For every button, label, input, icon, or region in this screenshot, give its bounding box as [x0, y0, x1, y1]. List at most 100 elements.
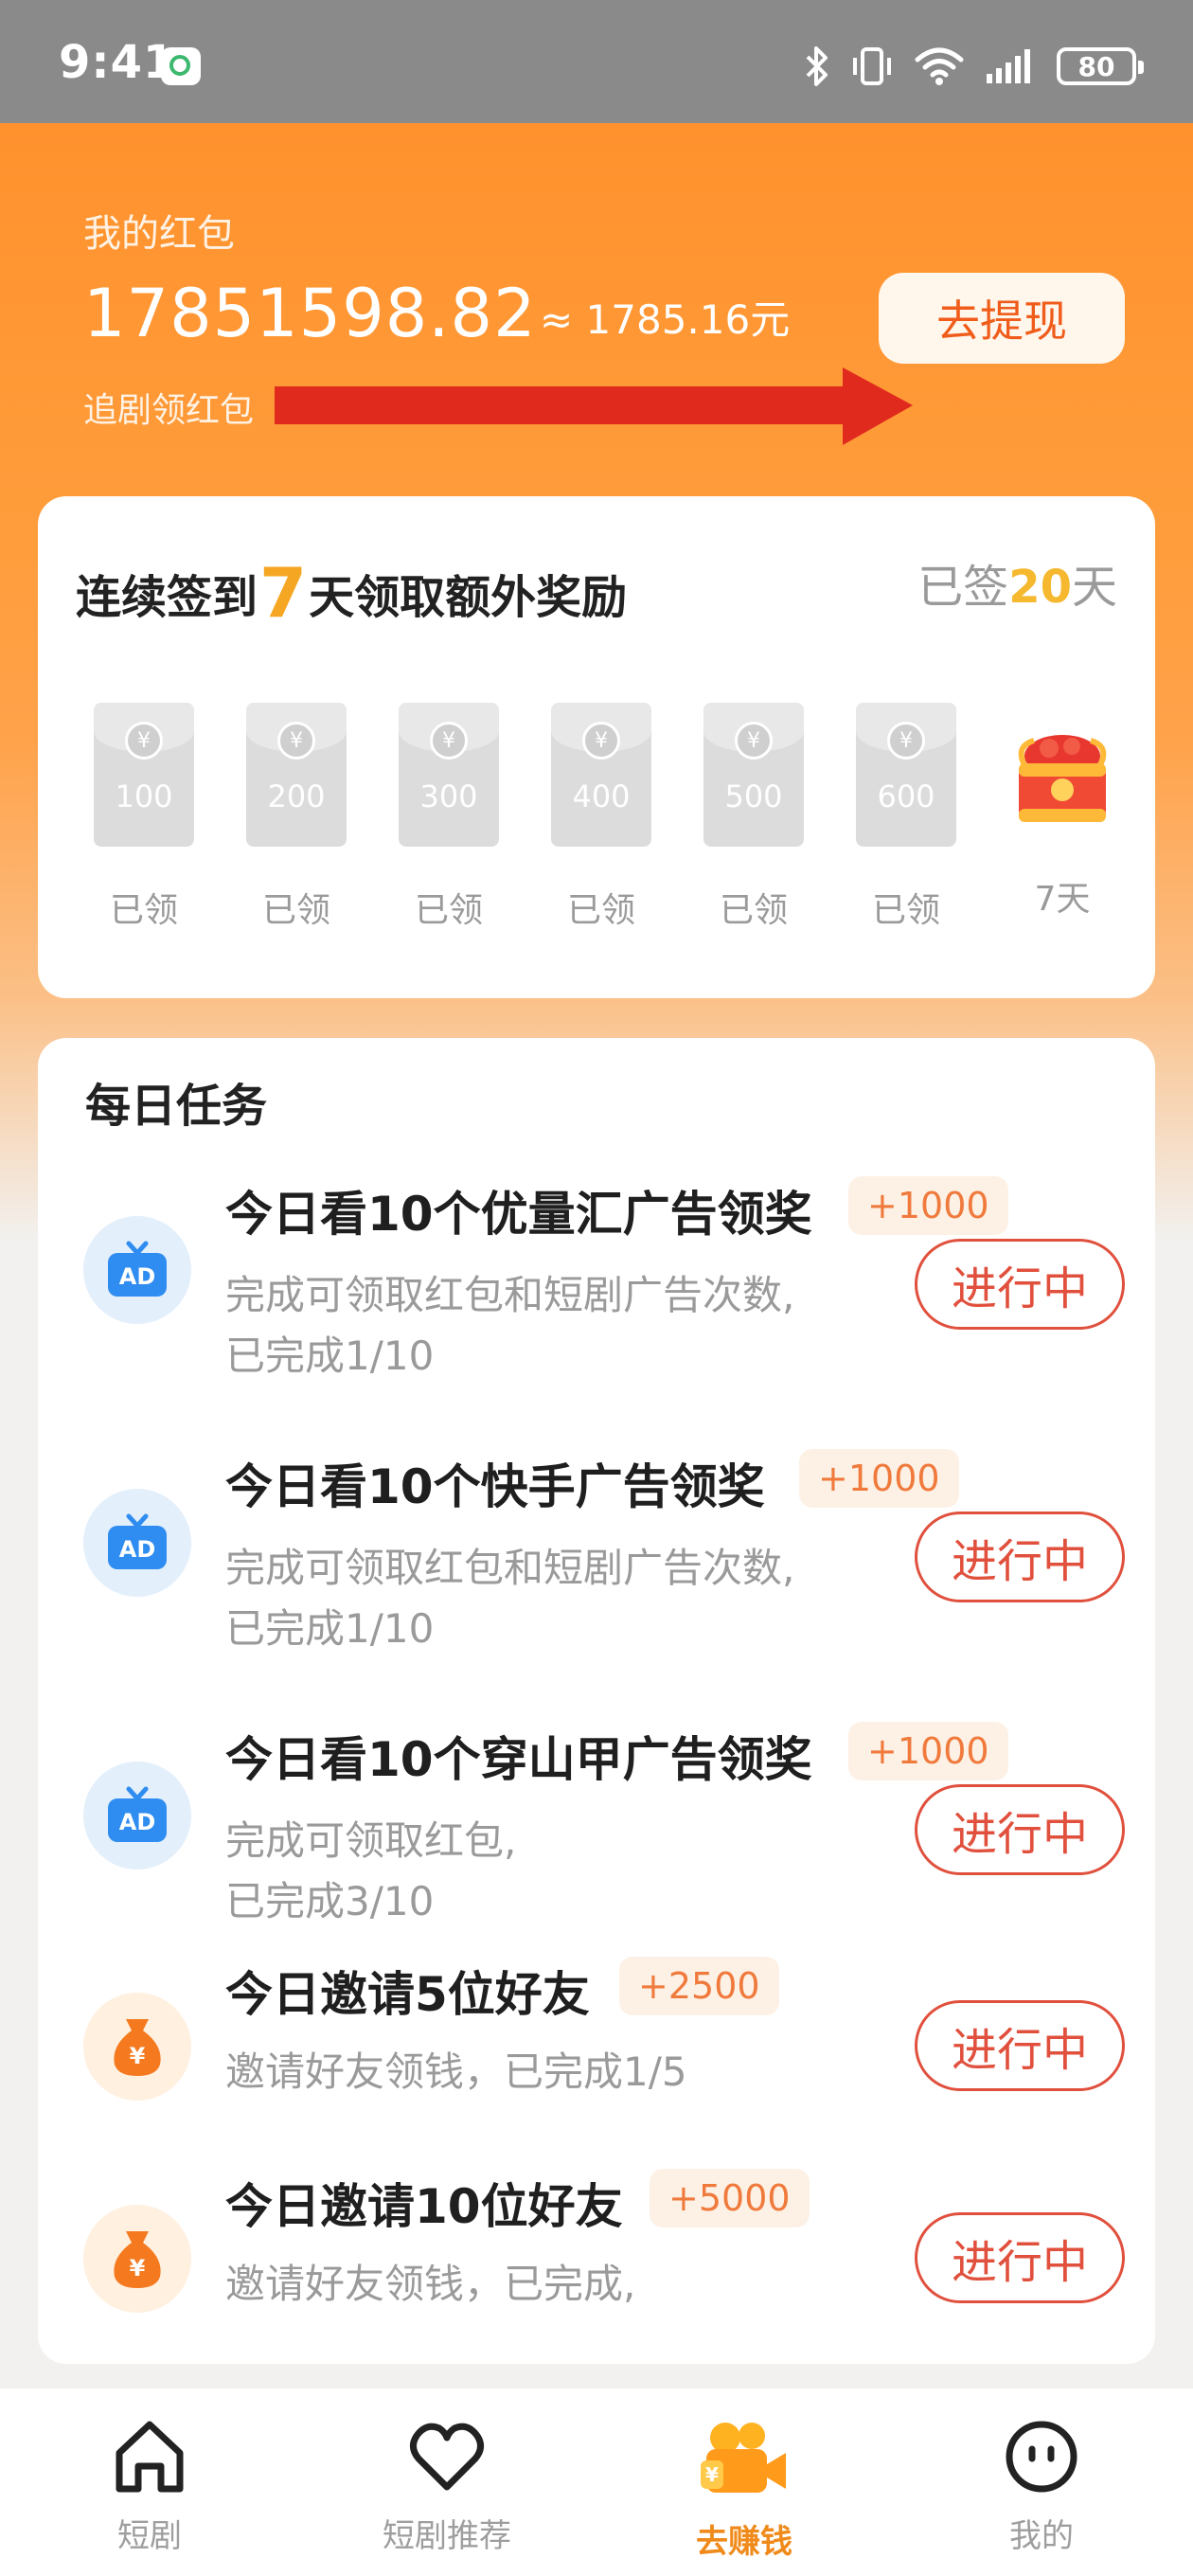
- checkin-status-prefix: 已签: [917, 561, 1009, 614]
- red-envelope-icon: ¥ 400: [551, 703, 651, 847]
- checkin-card: 连续签到7天领取额外奖励 已签20天 ¥ 100 已领 ¥ 200 已领 ¥ 3…: [38, 496, 1155, 998]
- signal-icon: [987, 49, 1030, 83]
- yuan-coin-icon: ¥: [430, 722, 468, 760]
- wallet-subtitle: 追剧领红包: [83, 391, 255, 430]
- in-progress-button[interactable]: 进行中: [915, 1239, 1125, 1330]
- earn-camera-icon: ¥: [701, 2423, 786, 2493]
- money-bag-icon: ¥: [83, 1993, 191, 2101]
- home-icon: [116, 2421, 184, 2493]
- task-description: 完成可领取红包,: [225, 1817, 517, 1864]
- bluetooth-icon: [806, 46, 828, 86]
- envelope-amount: 600: [877, 778, 935, 814]
- checkin-day-label: 已领: [261, 891, 330, 930]
- nav-item-short-drama[interactable]: 短剧: [55, 2417, 244, 2556]
- face-icon: [1006, 2421, 1077, 2493]
- in-progress-button[interactable]: 进行中: [915, 2212, 1125, 2303]
- svg-text:AD: AD: [119, 1536, 156, 1563]
- checkin-day-label: 已领: [109, 891, 178, 930]
- checkin-day-label: 7天: [1034, 880, 1091, 919]
- ad-tv-icon: AD: [83, 1216, 191, 1324]
- checkin-day-3[interactable]: ¥ 300 已领: [398, 703, 500, 932]
- checkin-day-label: 已领: [414, 891, 483, 930]
- yuan-coin-icon: ¥: [277, 722, 315, 760]
- envelope-amount: 300: [419, 778, 478, 814]
- money-bag-icon: ¥: [83, 2205, 191, 2313]
- checkin-status-days: 20: [1008, 561, 1072, 614]
- yuan-coin-icon: ¥: [887, 722, 925, 760]
- nav-item-earn[interactable]: ¥ 去赚钱: [650, 2417, 839, 2562]
- wallet-title: 我的红包: [83, 212, 235, 256]
- status-bar: 9:41 80: [0, 0, 1193, 123]
- task-progress-text: 已完成1/10: [225, 1333, 435, 1379]
- checkin-day-5[interactable]: ¥ 500 已领: [703, 703, 805, 932]
- daily-tasks-card: 每日任务 AD 今日看10个优量汇广告领奖 +1000 完成可领取红包和短剧广告…: [38, 1038, 1155, 2364]
- nav-label: 短剧: [117, 2517, 182, 2555]
- screen: 9:41 80 我的红包 17851598.82 ≈ 1785.16元 去提现 …: [0, 0, 1193, 2576]
- envelope-amount: 500: [724, 778, 783, 814]
- task-description: 邀请好友领钱，已完成,: [225, 2261, 636, 2307]
- battery-icon: 80: [1057, 47, 1144, 85]
- red-envelope-icon: ¥ 500: [703, 703, 804, 847]
- task-title: 今日看10个快手广告领奖: [225, 1459, 765, 1514]
- wifi-icon: [915, 47, 964, 85]
- tasks-header: 每日任务: [85, 1080, 268, 1133]
- reward-badge: +1000: [848, 1176, 1008, 1235]
- vibrate-icon: [853, 47, 891, 85]
- checkin-day-2[interactable]: ¥ 200 已领: [245, 703, 347, 932]
- status-icons: 80: [805, 42, 1144, 91]
- nav-item-recommend[interactable]: 短剧推荐: [352, 2417, 542, 2556]
- checkin-day-1[interactable]: ¥ 100 已领: [93, 703, 195, 932]
- envelope-amount: 400: [572, 778, 631, 814]
- svg-text:AD: AD: [119, 1809, 156, 1835]
- red-arrow-annotation: [275, 367, 913, 445]
- in-progress-button[interactable]: 进行中: [915, 1512, 1125, 1602]
- withdraw-button[interactable]: 去提现: [879, 273, 1125, 364]
- checkin-day-6[interactable]: ¥ 600 已领: [855, 703, 957, 932]
- envelope-amount: 100: [115, 778, 173, 814]
- svg-text:¥: ¥: [130, 2255, 146, 2281]
- checkin-status: 已签20天: [917, 549, 1117, 616]
- red-envelope-icon: ¥ 600: [856, 703, 956, 847]
- svg-text:¥: ¥: [130, 2043, 146, 2069]
- battery-level: 80: [1077, 50, 1115, 82]
- checkin-title-number: 7: [259, 553, 308, 633]
- checkin-day-7[interactable]: 7天: [1002, 703, 1123, 921]
- task-title: 今日邀请5位好友: [225, 1967, 590, 2022]
- yuan-coin-icon: ¥: [582, 722, 620, 760]
- task-description: 完成可领取红包和短剧广告次数,: [225, 1272, 795, 1318]
- red-envelope-icon: ¥ 200: [246, 703, 347, 847]
- reward-badge: +1000: [799, 1449, 959, 1508]
- reward-badge: +1000: [848, 1722, 1008, 1780]
- status-time: 9:41: [59, 36, 176, 89]
- task-description: 邀请好友领钱，已完成1/5: [225, 2048, 687, 2095]
- reward-badge: +2500: [619, 1957, 779, 2015]
- checkin-title-prefix: 连续签到: [76, 571, 258, 624]
- yuan-coin-icon: ¥: [735, 722, 773, 760]
- task-title: 今日邀请10位好友: [225, 2179, 623, 2234]
- nav-label: 我的: [1009, 2517, 1074, 2555]
- bottom-navigation: 短剧 短剧推荐 ¥ 去赚钱 我的: [0, 2388, 1193, 2576]
- red-envelope-icon: ¥ 100: [94, 703, 194, 847]
- in-progress-button[interactable]: 进行中: [915, 2000, 1125, 2091]
- in-progress-button[interactable]: 进行中: [915, 1784, 1125, 1875]
- checkin-day-label: 已领: [566, 891, 635, 930]
- reward-badge: +5000: [650, 2169, 810, 2227]
- checkin-title-suffix: 天领取额外奖励: [309, 571, 628, 624]
- checkin-day-label: 已领: [871, 891, 940, 930]
- checkin-status-suffix: 天: [1071, 561, 1117, 614]
- checkin-day-label: 已领: [719, 891, 788, 930]
- envelope-amount: 200: [267, 778, 326, 814]
- checkin-day-4[interactable]: ¥ 400 已领: [550, 703, 652, 932]
- nav-label: 短剧推荐: [383, 2517, 511, 2555]
- nav-item-mine[interactable]: 我的: [947, 2417, 1136, 2556]
- wallet-approx-value: ≈ 1785.16元: [540, 296, 791, 343]
- chat-app-icon: [161, 47, 201, 85]
- ad-tv-icon: AD: [83, 1489, 191, 1597]
- treasure-chest-icon: [1018, 735, 1107, 822]
- task-title: 今日看10个优量汇广告领奖: [225, 1187, 812, 1242]
- task-title: 今日看10个穿山甲广告领奖: [225, 1732, 812, 1787]
- task-description: 完成可领取红包和短剧广告次数,: [225, 1545, 795, 1591]
- svg-text:AD: AD: [119, 1263, 156, 1290]
- heart-icon: [410, 2423, 484, 2491]
- ad-tv-icon: AD: [83, 1762, 191, 1869]
